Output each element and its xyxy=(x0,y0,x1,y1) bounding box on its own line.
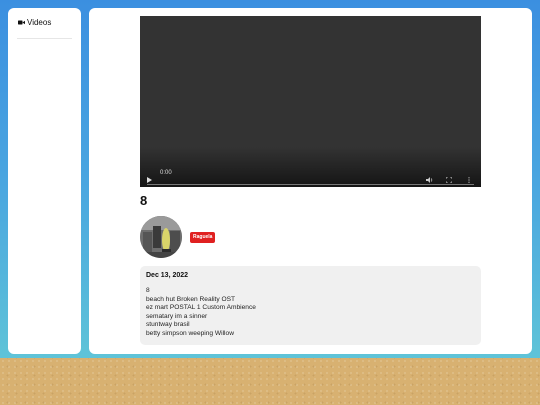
sidebar-item-videos[interactable]: Videos xyxy=(18,18,51,27)
upload-date: Dec 13, 2022 xyxy=(146,272,189,279)
more-options-icon[interactable] xyxy=(468,170,470,188)
video-title: 8 xyxy=(140,193,148,208)
progress-bar[interactable] xyxy=(147,184,474,185)
channel-badge[interactable]: Raguelа xyxy=(190,232,216,243)
description-line: betty simpson weeping Willow xyxy=(146,329,234,337)
description-line: 8 xyxy=(146,287,150,294)
main-panel: 0:00 8 Raguelа Dec 13, 2022 8 beach hut … xyxy=(89,8,532,354)
description-line: sematary im a sinner xyxy=(146,312,208,320)
sidebar-item-label: Videos xyxy=(27,18,52,27)
sidebar-divider xyxy=(17,38,72,39)
description-text: 8 beach hut Broken Reality OST ez mart P… xyxy=(146,287,256,339)
channel-avatar[interactable] xyxy=(140,216,182,258)
description-line: beach hut Broken Reality OST xyxy=(146,295,236,303)
video-camera-icon xyxy=(18,20,25,25)
current-time: 0:00 xyxy=(160,170,172,176)
description-line: ez mart POSTAL 1 Custom Ambience xyxy=(146,304,256,312)
description-box: Dec 13, 2022 8 beach hut Broken Reality … xyxy=(140,266,481,345)
sand-floor xyxy=(0,358,540,405)
sidebar: Videos xyxy=(8,8,81,354)
description-line: stuntway brasil xyxy=(146,321,190,329)
volume-icon[interactable] xyxy=(426,170,434,188)
video-player[interactable]: 0:00 xyxy=(140,16,481,187)
play-icon[interactable] xyxy=(147,170,152,188)
fullscreen-icon[interactable] xyxy=(445,170,453,188)
